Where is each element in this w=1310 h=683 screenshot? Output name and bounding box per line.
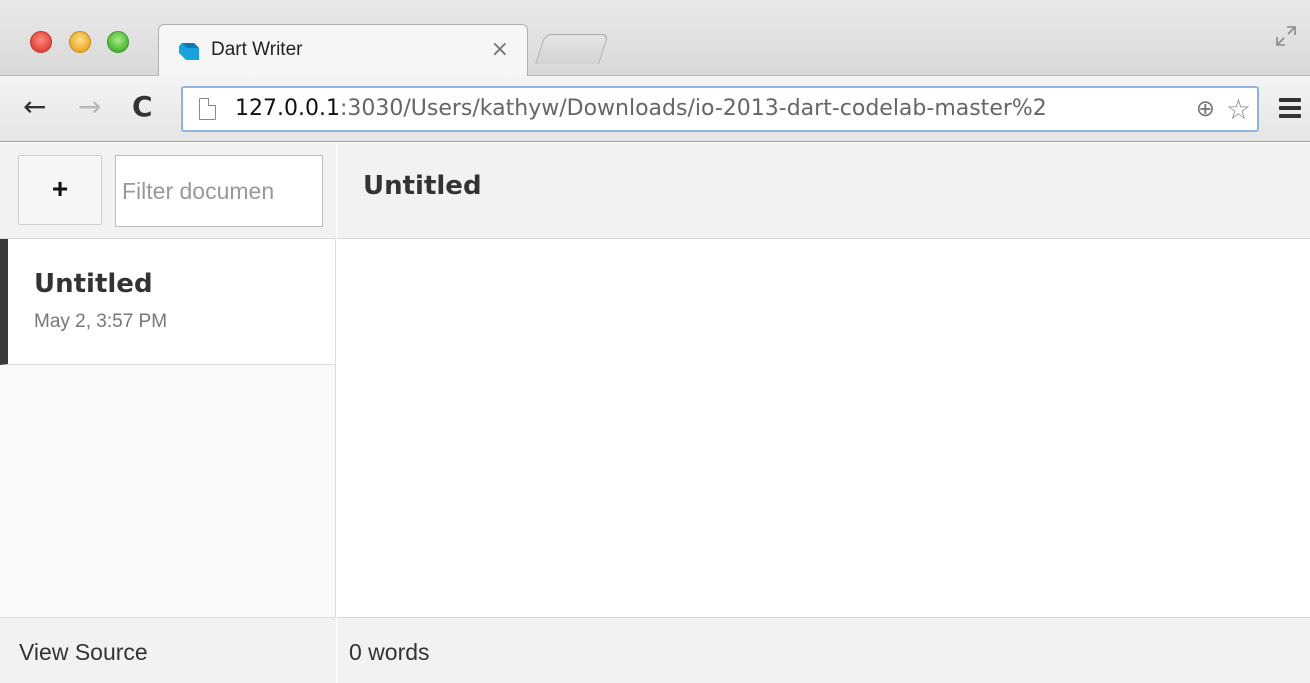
fullscreen-icon[interactable] bbox=[1274, 24, 1298, 48]
back-arrow-icon[interactable]: ← bbox=[23, 92, 46, 122]
browser-toolbar: ← → C 127.0.0.1:3030/Users/kathyw/Downlo… bbox=[0, 76, 1310, 142]
browser-tab[interactable]: Dart Writer × bbox=[158, 24, 528, 77]
bookmark-star-icon[interactable]: ☆ bbox=[1226, 93, 1251, 126]
editor-footer: 0 words bbox=[337, 617, 1310, 683]
sidebar-footer: View Source bbox=[0, 617, 336, 683]
url-text[interactable]: 127.0.0.1:3030/Users/kathyw/Downloads/io… bbox=[235, 96, 1175, 121]
window-maximize-button[interactable] bbox=[107, 31, 129, 53]
document-item-title: Untitled bbox=[34, 269, 153, 299]
browser-tabstrip: Dart Writer × bbox=[0, 0, 1310, 77]
document-list: Untitled May 2, 3:57 PM bbox=[0, 239, 335, 365]
word-count: 0 words bbox=[349, 639, 430, 665]
add-document-button[interactable]: + bbox=[18, 155, 102, 225]
filter-documents-input[interactable] bbox=[115, 155, 323, 227]
sidebar-header: + bbox=[0, 143, 336, 239]
document-editor-textarea[interactable] bbox=[337, 239, 1310, 617]
address-bar[interactable]: 127.0.0.1:3030/Users/kathyw/Downloads/io… bbox=[181, 86, 1259, 132]
sidebar: + Untitled May 2, 3:57 PM View Source bbox=[0, 143, 336, 683]
page-icon bbox=[199, 98, 216, 120]
url-host: 127.0.0.1 bbox=[235, 96, 340, 121]
dart-writer-app: + Untitled May 2, 3:57 PM View Source Un… bbox=[0, 143, 1310, 683]
document-list-item[interactable]: Untitled May 2, 3:57 PM bbox=[0, 239, 335, 365]
window-minimize-button[interactable] bbox=[69, 31, 91, 53]
forward-arrow-icon[interactable]: → bbox=[78, 92, 101, 122]
document-item-date: May 2, 3:57 PM bbox=[34, 311, 168, 332]
reload-icon[interactable]: C bbox=[132, 92, 153, 122]
menu-icon[interactable] bbox=[1279, 98, 1301, 118]
document-title-field[interactable]: Untitled bbox=[363, 171, 1263, 201]
tab-title: Dart Writer bbox=[211, 39, 303, 60]
dart-logo-icon bbox=[179, 43, 199, 60]
window-close-button[interactable] bbox=[30, 31, 52, 53]
new-tab-button[interactable] bbox=[535, 34, 609, 64]
editor-header: Untitled bbox=[337, 143, 1310, 239]
zoom-icon[interactable]: ⊕ bbox=[1196, 96, 1215, 122]
url-path: :3030/Users/kathyw/Downloads/io-2013-dar… bbox=[339, 96, 1047, 121]
view-source-link[interactable]: View Source bbox=[19, 639, 148, 666]
editor-panel: Untitled 0 words bbox=[337, 143, 1310, 683]
tab-close-icon[interactable]: × bbox=[491, 37, 509, 62]
